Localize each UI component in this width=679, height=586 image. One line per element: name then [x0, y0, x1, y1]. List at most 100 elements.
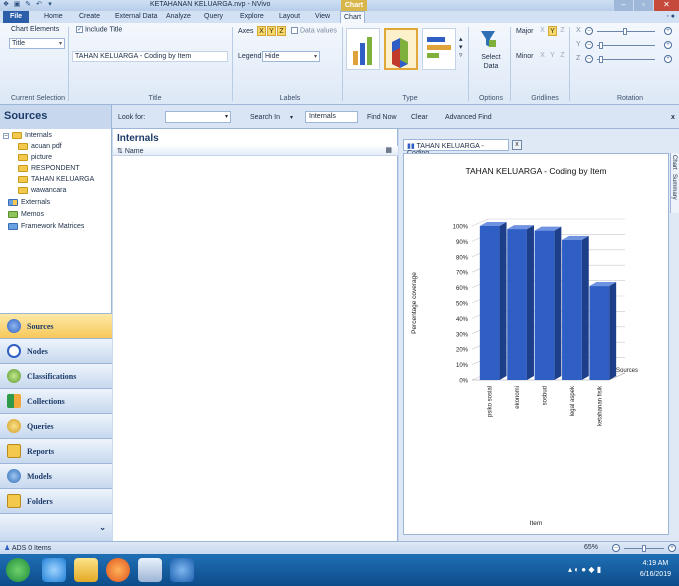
title-bar: ❖ ▣ ✎ ↶ ▾ KETAHANAN KELUARGA.nvp - NVivo…: [0, 0, 679, 11]
major-y-button[interactable]: Y: [548, 26, 557, 36]
chart-document-tab[interactable]: ▮▮ TAHAN KELUARGA - Coding: [403, 139, 509, 157]
nav-button-reports[interactable]: Reports: [0, 438, 112, 463]
tray-icons[interactable]: ▴ ◐ ● ◆ ▮: [568, 565, 601, 574]
chart-elements-dropdown[interactable]: Title ▾: [9, 38, 65, 49]
find-now-button[interactable]: Find Now: [367, 114, 397, 121]
customize-icon[interactable]: ▾: [46, 1, 54, 9]
select-data-icon[interactable]: [479, 29, 503, 49]
list-column-header[interactable]: ⇅ Name ▦: [113, 146, 398, 156]
tab-file[interactable]: File: [3, 11, 29, 23]
system-clock[interactable]: 4:19 AM 6/16/2019: [640, 558, 671, 580]
rotation-y-slider[interactable]: [597, 42, 655, 49]
zoom-in-icon[interactable]: +: [668, 544, 676, 552]
tree-item-wawancara[interactable]: wawancara: [18, 187, 66, 194]
rotate-x-decrease-icon[interactable]: –: [585, 27, 593, 35]
tab-analyze[interactable]: Analyze: [166, 13, 191, 20]
minor-z-button[interactable]: Z: [558, 51, 567, 61]
tree-item-memos[interactable]: Memos: [8, 211, 44, 218]
rotation-x-slider[interactable]: [597, 28, 655, 35]
slider-knob[interactable]: [599, 42, 603, 49]
tab-layout[interactable]: Layout: [279, 13, 300, 20]
tree-item-externals[interactable]: Externals: [8, 199, 50, 206]
tree-item-tahan-keluarga[interactable]: TAHAN KELUARGA: [18, 176, 94, 183]
nav-button-models[interactable]: Models: [0, 463, 112, 488]
zoom-out-icon[interactable]: –: [612, 544, 620, 552]
nav-button-collections[interactable]: Collections: [0, 388, 112, 413]
save-icon[interactable]: ▣: [13, 1, 21, 9]
edit-icon[interactable]: ✎: [24, 1, 32, 9]
nav-button-classifications[interactable]: Classifications: [0, 363, 112, 388]
slider-knob[interactable]: [623, 28, 627, 35]
clear-button[interactable]: Clear: [411, 114, 428, 121]
chart-type-bar[interactable]: [422, 28, 456, 70]
axis-y-button[interactable]: Y: [267, 26, 276, 36]
tree-item-respondent[interactable]: RESPONDENT: [18, 165, 80, 172]
tab-home[interactable]: Home: [44, 13, 63, 20]
firefox-icon[interactable]: [106, 558, 130, 582]
slider-knob[interactable]: [599, 56, 603, 63]
major-x-button[interactable]: X: [538, 26, 547, 36]
help-icon[interactable]: ◦ ●: [666, 13, 675, 20]
slider-knob[interactable]: [642, 545, 646, 552]
minor-y-button[interactable]: Y: [548, 51, 557, 61]
close-tab-button[interactable]: x: [512, 140, 522, 150]
internet-explorer-icon[interactable]: [42, 558, 66, 582]
include-title-checkbox[interactable]: ✓: [76, 26, 83, 33]
chart-type-column[interactable]: [346, 28, 380, 70]
tab-query[interactable]: Query: [204, 13, 223, 20]
start-button-icon[interactable]: [6, 558, 30, 582]
nav-options-bar[interactable]: ⌄: [0, 513, 112, 541]
collapse-icon[interactable]: –: [3, 132, 9, 139]
minimize-button[interactable]: –: [613, 0, 633, 11]
search-in-button[interactable]: Search In: [250, 114, 280, 121]
tree-item-picture[interactable]: picture: [18, 154, 52, 161]
tab-chart[interactable]: Chart: [340, 11, 366, 23]
rotate-z-decrease-icon[interactable]: –: [585, 55, 593, 63]
undo-icon[interactable]: ↶: [35, 1, 43, 9]
minor-x-button[interactable]: X: [538, 51, 547, 61]
side-tab-summary[interactable]: Summary: [671, 172, 677, 202]
rotate-y-increase-icon[interactable]: +: [664, 41, 672, 49]
side-tab-chart[interactable]: Chart: [671, 153, 677, 172]
data-values-option[interactable]: Data values: [291, 27, 337, 34]
look-for-input[interactable]: ▾: [165, 111, 231, 123]
major-z-button[interactable]: Z: [558, 26, 567, 36]
nav-button-sources[interactable]: Sources: [0, 313, 112, 338]
select-data-button[interactable]: Select Data: [478, 53, 504, 71]
nav-button-folders[interactable]: Folders: [0, 488, 112, 513]
maximize-button[interactable]: ▫: [633, 0, 653, 11]
chart-type-3d-column[interactable]: [384, 28, 418, 70]
nav-button-queries[interactable]: Queries: [0, 413, 112, 438]
tree-item-framework-matrices[interactable]: Framework Matrices: [8, 223, 84, 230]
tab-view[interactable]: View: [315, 13, 330, 20]
legend-dropdown[interactable]: Hide ▾: [262, 51, 320, 62]
tab-create[interactable]: Create: [79, 13, 100, 20]
close-button[interactable]: ✕: [653, 0, 679, 11]
close-find-bar-button[interactable]: x: [671, 114, 675, 121]
file-explorer-icon[interactable]: [74, 558, 98, 582]
rotate-z-increase-icon[interactable]: +: [664, 55, 672, 63]
nvivo-taskbar-icon[interactable]: [170, 558, 194, 582]
search-in-chevron-icon[interactable]: ▾: [290, 114, 293, 121]
current-selection-group-label: Current Selection: [10, 95, 66, 102]
tab-external-data[interactable]: External Data: [115, 13, 157, 20]
gallery-more-icon[interactable]: ▴ ▾ ▿: [459, 35, 463, 59]
axis-z-button[interactable]: Z: [277, 26, 286, 36]
data-values-checkbox[interactable]: [291, 27, 298, 34]
chart-title-input[interactable]: TAHAN KELUARGA - Coding by Item: [72, 51, 228, 62]
zoom-slider[interactable]: [624, 545, 664, 552]
rotate-x-increase-icon[interactable]: +: [664, 27, 672, 35]
tree-item-acuan-pdf[interactable]: acuan pdf: [18, 143, 62, 150]
chevron-down-icon[interactable]: ⌄: [99, 523, 106, 532]
rotate-y-decrease-icon[interactable]: –: [585, 41, 593, 49]
document-viewer-icon[interactable]: [138, 558, 162, 582]
tab-explore[interactable]: Explore: [240, 13, 264, 20]
advanced-find-button[interactable]: Advanced Find: [445, 114, 492, 121]
column-chooser-icon[interactable]: ▦: [385, 146, 392, 154]
nav-button-nodes[interactable]: Nodes: [0, 338, 112, 363]
axis-x-button[interactable]: X: [257, 26, 266, 36]
tree-item-internals[interactable]: – Internals: [3, 132, 52, 139]
search-in-field[interactable]: Internals: [305, 111, 358, 123]
include-title-option[interactable]: ✓ Include Title: [76, 26, 122, 33]
rotation-z-slider[interactable]: [597, 56, 655, 63]
